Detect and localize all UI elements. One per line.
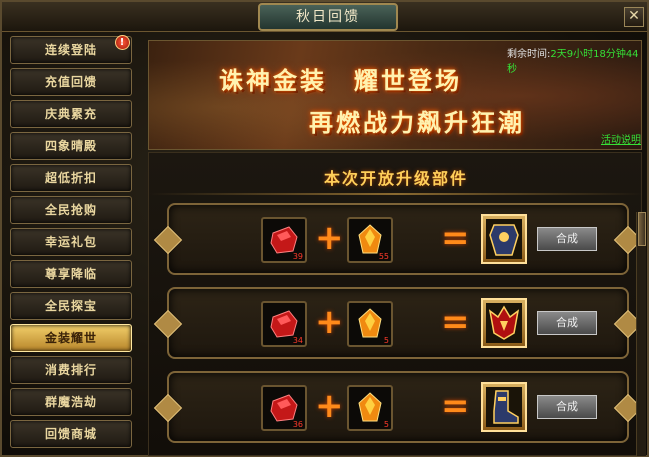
alert-badge-icon: !	[115, 35, 130, 50]
result-slot-golden-boots[interactable]	[481, 382, 527, 432]
sidebar-item-label: 超低折扣	[44, 171, 97, 185]
banner-subheadline: 再燃战力飙升狂潮	[309, 108, 525, 137]
sidebar-item-label: 幸运礼包	[44, 235, 97, 249]
recipe-row: 34 + 5 = 合成	[167, 287, 629, 359]
material-count: 34	[292, 336, 303, 345]
material-count: 5	[383, 336, 389, 345]
sidebar-item-vip-arrival[interactable]: 尊享降临	[10, 260, 132, 288]
orange-crystal-icon	[358, 308, 382, 338]
sidebar-item-label: 四象晴殿	[44, 139, 97, 153]
countdown-timer: 剩余时间:2天9小时18分钟44秒	[507, 45, 641, 75]
sidebar-item-treasure-hunt[interactable]: 全民探宝	[10, 292, 132, 320]
sidebar-item-recharge-reward[interactable]: 充值回馈	[10, 68, 132, 96]
section-title: 本次开放升级部件	[323, 169, 468, 188]
material-count: 55	[378, 252, 389, 261]
plus-icon: +	[315, 386, 344, 426]
material-slot-orange-crystal[interactable]: 5	[347, 301, 393, 347]
close-button[interactable]: ✕	[624, 7, 644, 27]
craft-button[interactable]: 合成	[537, 395, 597, 419]
upgrade-panel: 本次开放升级部件 39 + 55 = 合成 34 + 5 = 合成 36 + 5…	[148, 152, 643, 456]
result-slot-golden-helmet[interactable]	[481, 298, 527, 348]
sidebar-item-label: 全民抢购	[44, 203, 97, 217]
sidebar-item-spending-rank[interactable]: 消费排行	[10, 356, 132, 384]
scrollbar[interactable]	[636, 212, 646, 456]
result-slot-golden-armor[interactable]	[481, 214, 527, 264]
golden-boots-icon	[486, 387, 522, 427]
craft-button[interactable]: 合成	[537, 227, 597, 251]
event-banner: 诛神金装 耀世登场 再燃战力飙升狂潮 剩余时间:2天9小时18分钟44秒 活动说…	[148, 40, 642, 150]
material-count: 36	[292, 420, 303, 429]
sidebar-item-label: 尊享降临	[44, 267, 97, 281]
sidebar-item-label: 充值回馈	[44, 75, 97, 89]
sidebar-item-lucky-pack[interactable]: 幸运礼包	[10, 228, 132, 256]
sidebar-item-label: 金装耀世	[44, 331, 97, 345]
sidebar-nav: 连续登陆 ! 充值回馈 庆典累充 四象晴殿 超低折扣 全民抢购 幸运礼包 尊享降…	[6, 35, 142, 456]
sidebar-item-celebration-recharge[interactable]: 庆典累充	[10, 100, 132, 128]
material-slot-red-gem[interactable]: 34	[261, 301, 307, 347]
recipe-row: 39 + 55 = 合成	[167, 203, 629, 275]
plus-icon: +	[315, 302, 344, 342]
material-slot-red-gem[interactable]: 39	[261, 217, 307, 263]
event-window: 秋日回馈 ✕ 连续登陆 ! 充值回馈 庆典累充 四象晴殿 超低折扣 全民抢购 幸…	[0, 0, 649, 457]
timer-label: 剩余时间:	[507, 49, 551, 60]
sidebar-item-super-discount[interactable]: 超低折扣	[10, 164, 132, 192]
window-title: 秋日回馈	[258, 3, 398, 31]
sidebar-item-label: 回馈商城	[44, 427, 97, 441]
golden-helmet-icon	[486, 303, 522, 343]
title-bar: 秋日回馈 ✕	[2, 2, 647, 32]
golden-armor-icon	[486, 219, 522, 259]
equals-icon: =	[441, 302, 470, 342]
sidebar-item-reward-shop[interactable]: 回馈商城	[10, 420, 132, 448]
equals-icon: =	[441, 386, 470, 426]
sidebar-item-label: 群魔浩劫	[44, 395, 97, 409]
sidebar-item-label: 连续登陆	[44, 43, 97, 57]
orange-crystal-icon	[358, 392, 382, 422]
sidebar-item-consecutive-login[interactable]: 连续登陆 !	[10, 35, 132, 64]
sidebar-item-demon-catastrophe[interactable]: 群魔浩劫	[10, 388, 132, 416]
material-slot-red-gem[interactable]: 36	[261, 385, 307, 431]
scroll-thumb[interactable]	[638, 212, 646, 246]
material-count: 5	[383, 420, 389, 429]
close-icon: ✕	[628, 8, 640, 24]
sidebar-item-golden-gear[interactable]: 金装耀世	[10, 324, 132, 352]
banner-headline: 诛神金装 耀世登场	[219, 66, 462, 95]
recipe-row: 36 + 5 = 合成	[167, 371, 629, 443]
sidebar-item-label: 全民探宝	[44, 299, 97, 313]
event-rules-link[interactable]: 活动说明	[601, 131, 641, 146]
sidebar-item-label: 庆典累充	[44, 107, 97, 121]
sidebar-item-flash-sale[interactable]: 全民抢购	[10, 196, 132, 224]
material-slot-orange-crystal[interactable]: 55	[347, 217, 393, 263]
sidebar-item-label: 消费排行	[44, 363, 97, 377]
section-divider	[149, 193, 643, 195]
craft-button[interactable]: 合成	[537, 311, 597, 335]
equals-icon: =	[441, 218, 470, 258]
plus-icon: +	[315, 218, 344, 258]
material-count: 39	[292, 252, 303, 261]
sidebar-item-four-symbols[interactable]: 四象晴殿	[10, 132, 132, 160]
material-slot-orange-crystal[interactable]: 5	[347, 385, 393, 431]
